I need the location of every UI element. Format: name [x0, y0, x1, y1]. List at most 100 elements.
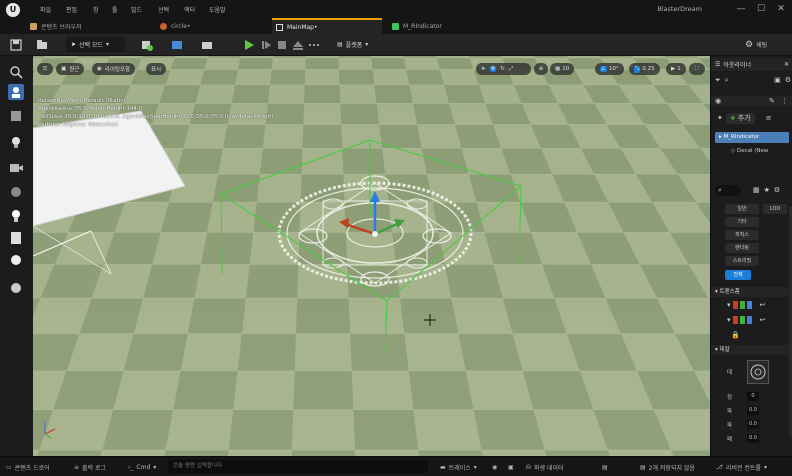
- screenshot-icon[interactable]: ▣: [508, 461, 514, 473]
- camera-speed-control[interactable]: ▶ 1: [666, 63, 686, 75]
- maximize-button[interactable]: ☐: [754, 3, 768, 15]
- add-actor-icon[interactable]: [141, 39, 153, 51]
- menu-help[interactable]: 도움말: [209, 5, 226, 14]
- outliner-header[interactable]: ☰ 아웃라이너 ✕: [711, 58, 792, 71]
- cinematics-icon[interactable]: [201, 39, 213, 51]
- all-classes-icon[interactable]: [8, 252, 24, 268]
- star-icon[interactable]: ★: [764, 186, 770, 194]
- menu-select[interactable]: 선택: [158, 5, 169, 14]
- reset-arrow-icon[interactable]: ↩: [760, 316, 766, 324]
- blueprints-icon[interactable]: [171, 39, 183, 51]
- show-button[interactable]: 표시: [146, 63, 167, 75]
- y-field[interactable]: [739, 301, 745, 309]
- category-all[interactable]: 전체: [725, 270, 751, 280]
- minimize-button[interactable]: —: [734, 3, 748, 15]
- material-thumbnail[interactable]: [747, 360, 769, 384]
- select-mode-dropdown[interactable]: ➤ 선택 모드 ▾: [66, 37, 125, 52]
- content-browser-icon[interactable]: [36, 39, 48, 51]
- mobility-lock-icon[interactable]: 🔒: [731, 331, 740, 339]
- tab-circle[interactable]: circle•: [156, 18, 266, 34]
- selected-actor-row[interactable]: ▸ M_RIndicator: [715, 132, 789, 143]
- x-field[interactable]: [732, 316, 738, 324]
- revision-control-button[interactable]: ⎇ 리비전 컨트롤 ▾: [716, 461, 767, 473]
- component-row[interactable]: ◇ Decal (New: [731, 146, 792, 157]
- more-icon[interactable]: ⋮: [781, 97, 788, 105]
- fade-duration-field[interactable]: 0.0: [747, 420, 759, 429]
- close-icon[interactable]: ✕: [784, 61, 789, 68]
- lights-icon[interactable]: [8, 134, 24, 150]
- menu-window[interactable]: 창: [93, 5, 99, 14]
- filter-icon[interactable]: ⏷: [715, 76, 721, 85]
- basic-shapes-icon[interactable]: [8, 108, 24, 124]
- menu-actor[interactable]: 액터: [184, 5, 195, 14]
- tab-content-browser[interactable]: 콘텐츠 브라우저: [26, 18, 144, 34]
- more-options-icon[interactable]: [308, 39, 320, 51]
- play-icon[interactable]: [243, 39, 255, 51]
- content-drawer-button[interactable]: ▭ 콘텐츠 드로어: [6, 461, 50, 473]
- cinematic-icon[interactable]: [8, 160, 24, 176]
- viewport-menu-button[interactable]: ☰: [37, 63, 53, 75]
- blueprint-icon[interactable]: ≡: [766, 114, 772, 122]
- menu-tools[interactable]: 툴: [112, 5, 118, 14]
- reset-arrow-icon[interactable]: ↩: [760, 301, 766, 309]
- settings-icon[interactable]: ⚙: [785, 76, 791, 84]
- unreal-logo-icon[interactable]: U: [6, 3, 20, 17]
- volumes-icon[interactable]: [8, 230, 24, 246]
- sort-order-field[interactable]: 0: [747, 392, 759, 401]
- grid-view-icon[interactable]: ▦: [753, 186, 760, 194]
- chevron-down-icon[interactable]: ▾: [727, 301, 731, 309]
- category-physics[interactable]: 피직스: [725, 230, 759, 240]
- category-streaming[interactable]: 스트리밍: [725, 256, 759, 266]
- rotation-snap-control[interactable]: ∠ 10°: [595, 63, 624, 75]
- perspective-button[interactable]: ▣ 원근: [56, 63, 85, 75]
- x-field[interactable]: [732, 301, 738, 309]
- settings-dropdown[interactable]: ⚙ 세팅: [740, 37, 784, 52]
- pin-icon[interactable]: ✦: [717, 114, 723, 122]
- view-mode-button[interactable]: ◉ 라이팅포함: [92, 63, 136, 75]
- visual-effects-icon[interactable]: [8, 184, 24, 200]
- close-button[interactable]: ✕: [774, 3, 788, 15]
- add-component-button[interactable]: + 추가: [725, 112, 755, 124]
- sphere-icon[interactable]: [8, 280, 24, 296]
- z-field[interactable]: [746, 301, 752, 309]
- transform-tools[interactable]: ➤ ✥ ↻ ⤢: [476, 63, 531, 75]
- search-icon[interactable]: ⌕: [725, 76, 729, 85]
- visibility-icon[interactable]: ◉: [715, 97, 721, 105]
- folder-add-icon[interactable]: ▣: [774, 76, 781, 84]
- cmd-dropdown[interactable]: ›_ Cmd ▾: [128, 461, 156, 473]
- category-misc[interactable]: 기타: [725, 217, 759, 227]
- trace-button[interactable]: ▬ 트레이스 ▾: [440, 461, 477, 473]
- output-log-button[interactable]: ≡ 출력 로그: [74, 461, 106, 473]
- menu-edit[interactable]: 편집: [66, 5, 77, 14]
- y-field[interactable]: [739, 316, 745, 324]
- save-icon[interactable]: [10, 39, 22, 51]
- menu-file[interactable]: 파일: [40, 5, 51, 14]
- edit-icon[interactable]: ✎: [769, 97, 775, 105]
- console-input[interactable]: 콘솔 명령 입력합니다: [168, 460, 428, 473]
- unsaved-button[interactable]: ▤ 2개 저장되지 않음: [640, 461, 695, 473]
- fade-start-field[interactable]: 0.0: [747, 406, 759, 415]
- menu-build[interactable]: 빌드: [131, 5, 142, 14]
- category-lod[interactable]: LOD: [763, 204, 787, 214]
- place-actors-icon[interactable]: [8, 84, 24, 100]
- platforms-dropdown[interactable]: ▤ 플랫폼 ▾: [332, 37, 382, 52]
- rotate-tool-icon[interactable]: ↻: [500, 66, 505, 72]
- transform-section-header[interactable]: ▾ 트랜스폼: [711, 287, 792, 297]
- stop-icon[interactable]: [276, 39, 288, 51]
- source-control-icon[interactable]: ▤: [602, 461, 608, 473]
- level-viewport[interactable]: RecastNavMesh-Default (Static) AgentRadi…: [33, 56, 710, 456]
- step-icon[interactable]: [260, 39, 272, 51]
- eject-icon[interactable]: [292, 39, 304, 51]
- select-tool-icon[interactable]: ➤: [481, 66, 486, 72]
- world-local-toggle[interactable]: ⊕: [534, 63, 548, 75]
- lightbulb-icon[interactable]: [8, 208, 24, 224]
- details-search-input[interactable]: ⌕: [715, 184, 741, 196]
- scale-snap-control[interactable]: ⤡ 0.25: [629, 63, 660, 75]
- category-rendering[interactable]: 렌더링: [725, 243, 759, 253]
- z-field[interactable]: [746, 316, 752, 324]
- category-general[interactable]: 일반: [725, 204, 759, 214]
- derived-data-button[interactable]: ⛁ 파생 데이터: [526, 461, 564, 473]
- move-tool-icon[interactable]: ✥: [489, 66, 497, 72]
- scale-tool-icon[interactable]: ⤢: [509, 66, 513, 73]
- settings-icon[interactable]: ⚙: [774, 186, 780, 194]
